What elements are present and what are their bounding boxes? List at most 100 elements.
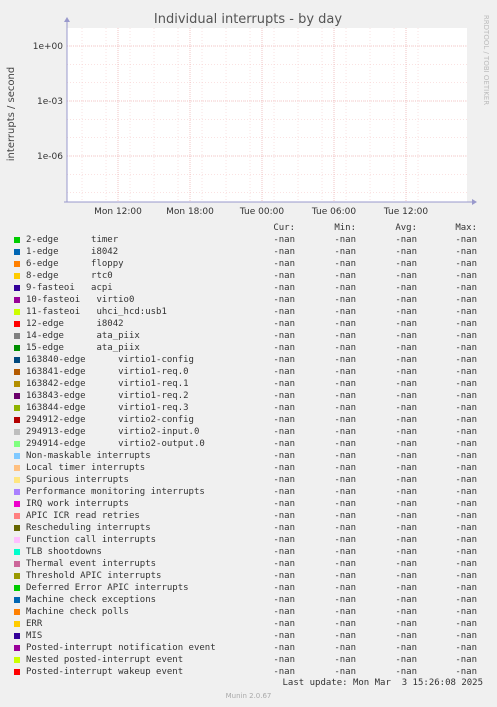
footer: Last update: Mon Mar 3 15:26:08 2025 <box>0 678 497 690</box>
legend-max: -nan <box>455 583 477 593</box>
legend-avg: -nan <box>395 559 417 569</box>
legend-cur: -nan <box>273 583 295 593</box>
legend-avg: -nan <box>395 667 417 677</box>
legend-avg: -nan <box>395 487 417 497</box>
legend-cur: -nan <box>273 559 295 569</box>
legend-label: 163842-edge virtio1-req.1 <box>26 379 189 389</box>
legend-max: -nan <box>455 559 477 569</box>
legend-min: -nan <box>334 403 356 413</box>
legend-label: Performance monitoring interrupts <box>26 487 205 497</box>
legend-label: Local timer interrupts <box>26 463 146 473</box>
y-axis-arrow <box>64 17 70 22</box>
legend-max: -nan <box>455 475 477 485</box>
legend-label: ERR <box>26 619 43 629</box>
legend-row: 8-edge rtc0 -nan -nan -nan -nan <box>0 270 497 282</box>
legend-cur: -nan <box>273 475 295 485</box>
header-cur: Cur: <box>273 223 295 233</box>
y-tick-label: 1e+00 <box>33 42 64 52</box>
legend-max: -nan <box>455 511 477 521</box>
legend-avg: -nan <box>395 451 417 461</box>
legend-cur: -nan <box>273 535 295 545</box>
legend-avg: -nan <box>395 343 417 353</box>
legend-row: 11-fasteoi uhci_hcd:usb1 -nan -nan -nan -nan <box>0 306 497 318</box>
legend-cur: -nan <box>273 355 295 365</box>
legend-cur: -nan <box>273 331 295 341</box>
legend-label: 163841-edge virtio1-req.0 <box>26 367 189 377</box>
legend-label: IRQ work interrupts <box>26 499 129 509</box>
legend-row: 15-edge ata_piix -nan -nan -nan -nan <box>0 342 497 354</box>
legend-cur: -nan <box>273 295 295 305</box>
legend-label: 6-edge floppy <box>26 259 124 269</box>
legend-swatch <box>14 657 20 663</box>
legend-min: -nan <box>334 247 356 257</box>
legend-max: -nan <box>455 355 477 365</box>
legend-min: -nan <box>334 295 356 305</box>
legend-row: APIC ICR read retries -nan -nan -nan -nan <box>0 510 497 522</box>
legend-row: 14-edge ata_piix -nan -nan -nan -nan <box>0 330 497 342</box>
legend-cur: -nan <box>273 451 295 461</box>
legend-label: 2-edge timer <box>26 235 119 245</box>
legend-cur: -nan <box>273 259 295 269</box>
legend-min: -nan <box>334 463 356 473</box>
legend-avg: -nan <box>395 571 417 581</box>
legend-max: -nan <box>455 307 477 317</box>
legend-max: -nan <box>455 415 477 425</box>
legend-label: 10-fasteoi virtio0 <box>26 295 135 305</box>
legend-avg: -nan <box>395 535 417 545</box>
plot-background <box>67 28 467 202</box>
legend-swatch <box>14 549 20 555</box>
legend-label: 14-edge ata_piix <box>26 331 140 341</box>
legend-swatch <box>14 585 20 591</box>
legend-avg: -nan <box>395 595 417 605</box>
legend-avg: -nan <box>395 643 417 653</box>
legend-min: -nan <box>334 571 356 581</box>
x-tick-label: Tue 06:00 <box>311 207 356 217</box>
legend-label: 294912-edge virtio2-config <box>26 415 194 425</box>
legend: Cur: Min: Avg: Max: 2-edge timer -nan -nan… <box>0 222 497 678</box>
legend-swatch <box>14 417 20 423</box>
legend-avg: -nan <box>395 271 417 281</box>
legend-cur: -nan <box>273 595 295 605</box>
legend-max: -nan <box>455 259 477 269</box>
legend-avg: -nan <box>395 523 417 533</box>
legend-cur: -nan <box>273 607 295 617</box>
legend-swatch <box>14 477 20 483</box>
legend-row: 163841-edge virtio1-req.0 -nan -nan -nan -na… <box>0 366 497 378</box>
legend-swatch <box>14 237 20 243</box>
legend-max: -nan <box>455 595 477 605</box>
legend-cur: -nan <box>273 439 295 449</box>
legend-avg: -nan <box>395 475 417 485</box>
legend-max: -nan <box>455 391 477 401</box>
legend-max: -nan <box>455 667 477 677</box>
version-label: Munin 2.0.67 <box>225 692 272 700</box>
legend-avg: -nan <box>395 391 417 401</box>
legend-swatch <box>14 501 20 507</box>
legend-row: Posted-interrupt notification event -nan -… <box>0 642 497 654</box>
legend-row: Local timer interrupts -nan -nan -nan -nan <box>0 462 497 474</box>
legend-label: 12-edge i8042 <box>26 319 124 329</box>
legend-row: Thermal event interrupts -nan -nan -nan -nan <box>0 558 497 570</box>
legend-row: 163843-edge virtio1-req.2 -nan -nan -nan -na… <box>0 390 497 402</box>
legend-swatch <box>14 381 20 387</box>
legend-max: -nan <box>455 655 477 665</box>
header-min: Min: <box>334 223 356 233</box>
legend-avg: -nan <box>395 583 417 593</box>
legend-row: 2-edge timer -nan -nan -nan -nan <box>0 234 497 246</box>
y-tick-label: 1e-03 <box>37 97 63 107</box>
legend-min: -nan <box>334 499 356 509</box>
legend-swatch <box>14 633 20 639</box>
legend-row: Non-maskable interrupts -nan -nan -nan -nan <box>0 450 497 462</box>
legend-avg: -nan <box>395 631 417 641</box>
legend-max: -nan <box>455 367 477 377</box>
legend-min: -nan <box>334 379 356 389</box>
legend-label: Threshold APIC interrupts <box>26 571 162 581</box>
legend-row: 163840-edge virtio1-config -nan -nan -nan -n… <box>0 354 497 366</box>
legend-swatch <box>14 333 20 339</box>
x-tick-label: Mon 12:00 <box>94 207 142 217</box>
legend-cur: -nan <box>273 283 295 293</box>
legend-min: -nan <box>334 283 356 293</box>
legend-avg: -nan <box>395 403 417 413</box>
legend-min: -nan <box>334 583 356 593</box>
legend-min: -nan <box>334 259 356 269</box>
legend-swatch <box>14 369 20 375</box>
